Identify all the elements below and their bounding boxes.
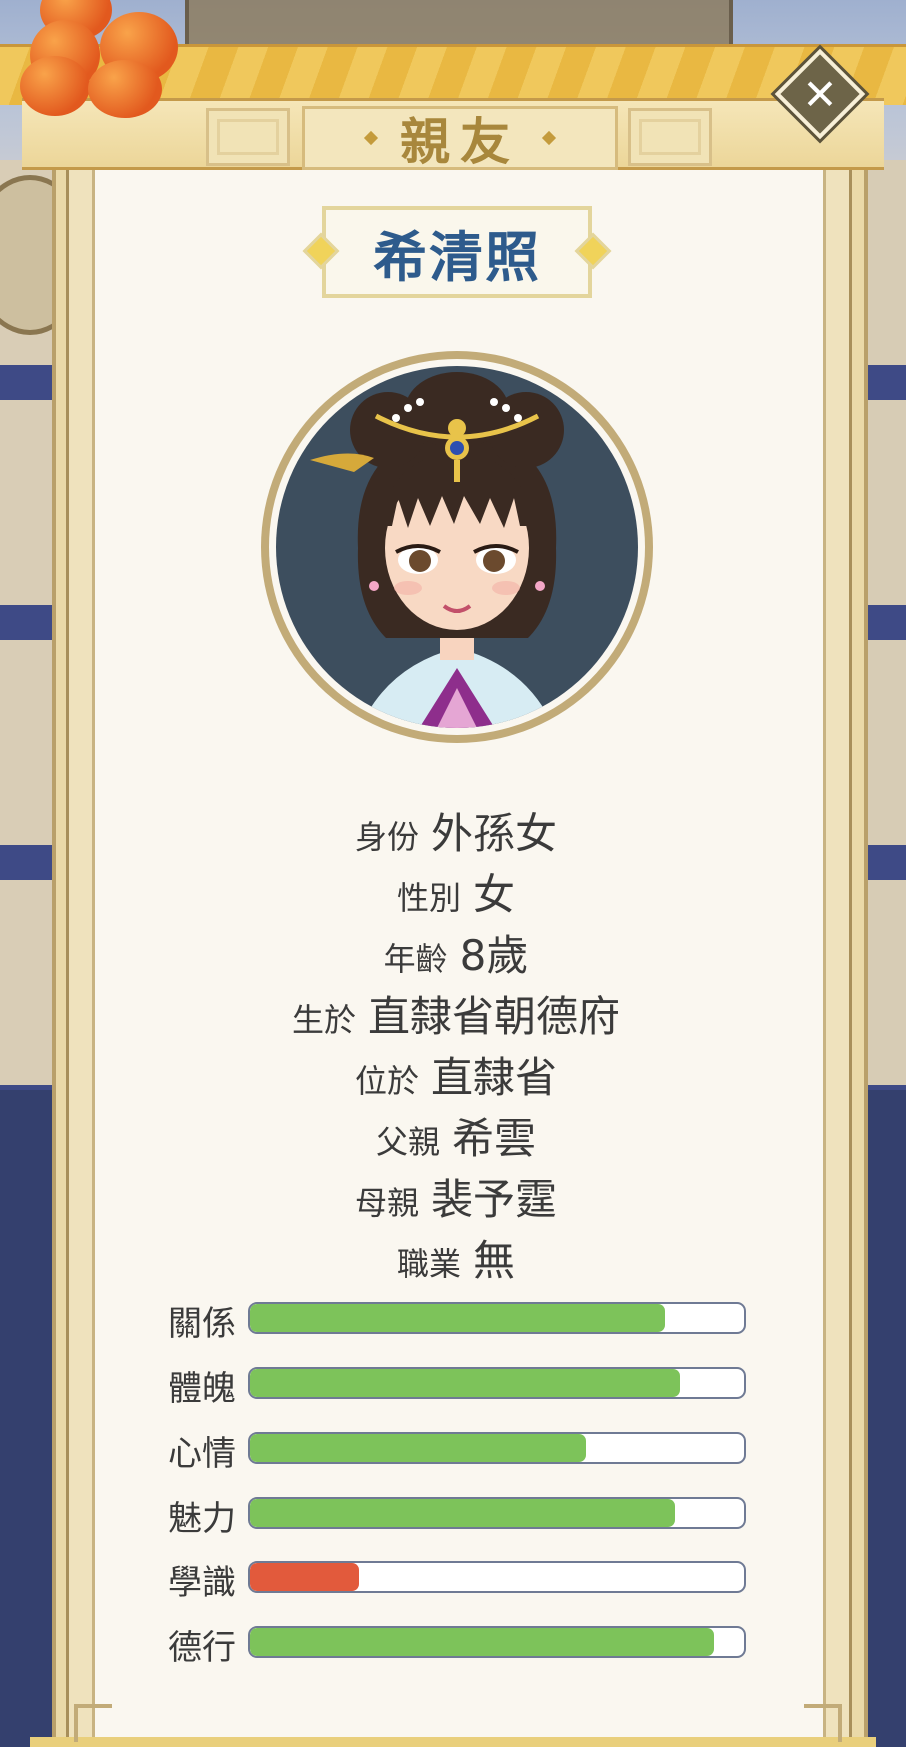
stat-bar-fill bbox=[250, 1369, 680, 1397]
stat-bar-track bbox=[248, 1626, 746, 1658]
scroll-bottom-bar bbox=[30, 1737, 876, 1747]
stat-label: 魅力 bbox=[168, 1499, 236, 1539]
stat-row-physique: 體魄 bbox=[168, 1367, 748, 1409]
corner-ornament-left bbox=[74, 1704, 112, 1742]
stat-label: 心情 bbox=[168, 1434, 236, 1474]
stat-label: 體魄 bbox=[168, 1369, 236, 1409]
stat-bar-track bbox=[248, 1432, 746, 1464]
info-value: 無 bbox=[473, 1236, 516, 1285]
avatar bbox=[261, 351, 653, 743]
stat-bar-track bbox=[248, 1302, 746, 1334]
info-value: 8歲 bbox=[459, 931, 529, 980]
name-plate: 希清照 bbox=[302, 206, 612, 298]
stat-bar-fill bbox=[250, 1628, 715, 1656]
page-title: 親友 bbox=[400, 113, 520, 171]
stat-bar-track bbox=[248, 1561, 746, 1593]
info-value: 裴予霆 bbox=[431, 1175, 558, 1224]
info-label: 身份 bbox=[354, 818, 419, 856]
stat-row-virtue: 德行 bbox=[168, 1626, 748, 1668]
info-row-age: 年齡 8歲 bbox=[92, 922, 820, 983]
stat-label: 德行 bbox=[168, 1628, 236, 1668]
info-value: 女 bbox=[473, 870, 516, 919]
info-value: 直隸省 bbox=[431, 1053, 558, 1102]
info-row-location: 位於 直隸省 bbox=[92, 1044, 820, 1105]
info-row-mother: 母親 裴予霆 bbox=[92, 1166, 820, 1227]
info-row-father: 父親 希雲 bbox=[92, 1105, 820, 1166]
stat-bar-fill bbox=[250, 1563, 359, 1591]
diamond-icon bbox=[363, 130, 379, 146]
stat-bar-fill bbox=[250, 1304, 665, 1332]
stat-bar-fill bbox=[250, 1499, 675, 1527]
info-label: 位於 bbox=[354, 1062, 419, 1100]
info-row-gender: 性別女 bbox=[92, 861, 820, 922]
diamond-icon bbox=[541, 130, 557, 146]
info-row-identity: 身份 外孫女 bbox=[92, 800, 820, 861]
corner-ornament-right bbox=[804, 1704, 842, 1742]
header-deco-right bbox=[628, 108, 712, 166]
stat-row-knowledge: 學識 bbox=[168, 1561, 748, 1603]
info-row-birthplace: 生於 直隸省朝德府 bbox=[92, 983, 820, 1044]
info-value: 外孫女 bbox=[431, 809, 558, 858]
person-name: 希清照 bbox=[373, 225, 541, 289]
stat-bar-track bbox=[248, 1367, 746, 1399]
header-deco-left bbox=[206, 108, 290, 166]
info-label: 母親 bbox=[354, 1184, 419, 1222]
stat-row-mood: 心情 bbox=[168, 1432, 748, 1474]
info-label: 年齡 bbox=[383, 940, 448, 978]
stat-bar-track bbox=[248, 1497, 746, 1529]
stat-label: 學識 bbox=[168, 1563, 236, 1603]
info-label: 父親 bbox=[375, 1123, 440, 1161]
stat-bar-fill bbox=[250, 1434, 586, 1462]
stat-row-relationship: 關係 bbox=[168, 1302, 748, 1344]
info-row-occupation: 職業無 bbox=[92, 1227, 820, 1288]
stat-label: 關係 bbox=[168, 1304, 236, 1344]
info-value: 直隸省朝德府 bbox=[368, 992, 621, 1041]
info-value: 希雲 bbox=[452, 1114, 537, 1163]
stat-row-charm: 魅力 bbox=[168, 1497, 748, 1539]
header-title-plate: 親友 bbox=[302, 106, 618, 171]
close-icon: ✕ bbox=[802, 69, 838, 119]
info-label: 生於 bbox=[291, 1001, 356, 1039]
info-label: 性別 bbox=[396, 879, 461, 917]
info-label: 職業 bbox=[396, 1245, 461, 1283]
